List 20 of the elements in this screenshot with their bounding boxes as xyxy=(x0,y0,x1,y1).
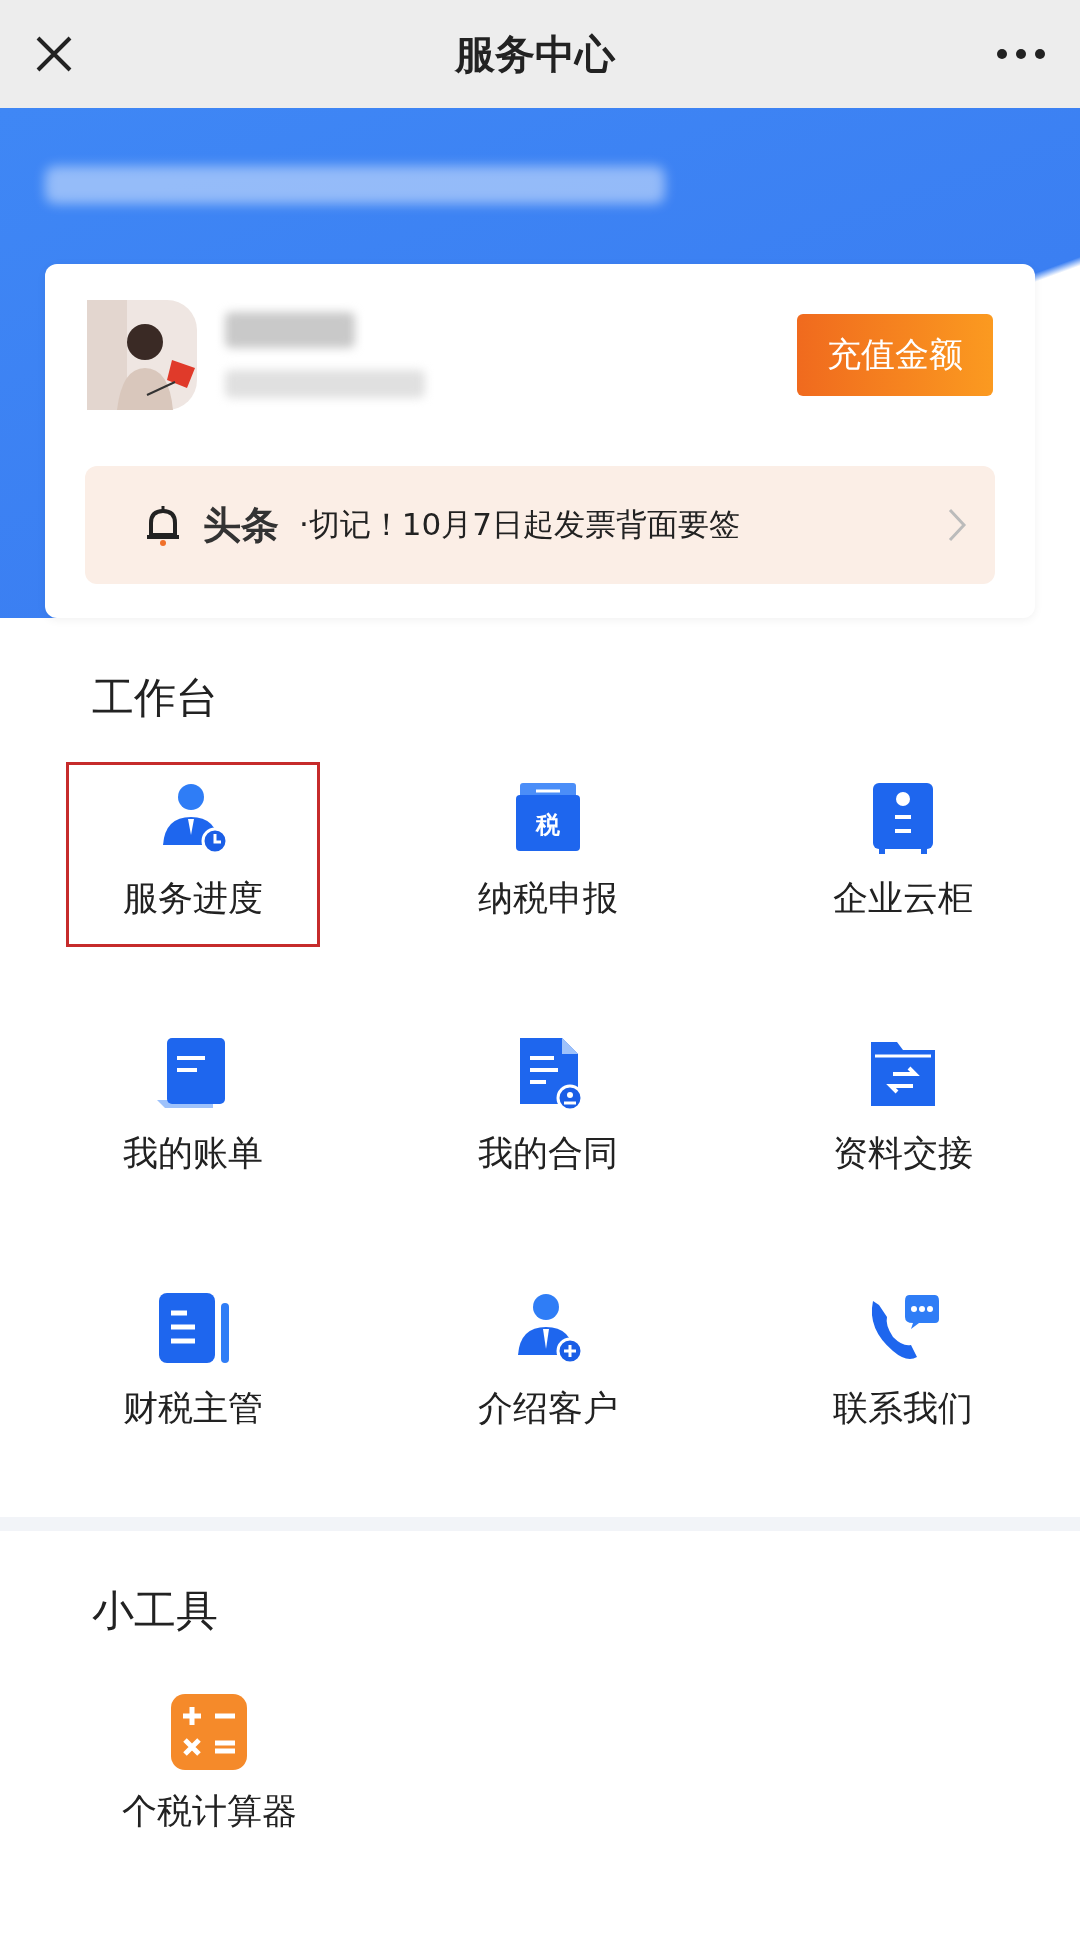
page-title: 服务中心 xyxy=(455,29,615,79)
close-icon[interactable] xyxy=(34,34,74,74)
notice-text: ·切记！10月7日起发票背面要签 xyxy=(299,505,742,544)
tool-item[interactable]: 个税计算器 xyxy=(82,1675,336,1860)
more-icon[interactable] xyxy=(996,48,1046,60)
workbench-item[interactable]: 我的合同 xyxy=(420,1017,675,1202)
workbench-item[interactable]: 税 纳税申报 xyxy=(420,762,675,947)
workbench-item[interactable]: 介绍客户 xyxy=(420,1272,675,1457)
section-title: 小工具 xyxy=(91,1585,219,1637)
workbench-item[interactable]: 财税主管 xyxy=(65,1272,320,1457)
chevron-right-icon xyxy=(947,507,967,543)
workbench-item[interactable]: 资料交接 xyxy=(775,1017,1030,1202)
workbench-item[interactable]: 企业云柜 xyxy=(775,762,1030,947)
section-title: 工作台 xyxy=(91,672,219,724)
calculator-icon xyxy=(169,1692,249,1772)
workbench-item[interactable]: 我的账单 xyxy=(65,1017,320,1202)
notice-source: 头条 xyxy=(203,501,279,549)
workbench-item[interactable]: 服务进度 xyxy=(65,762,320,947)
workbench-item[interactable]: 联系我们 xyxy=(775,1272,1030,1457)
notice-bar[interactable]: 头条 ·切记！10月7日起发票背面要签 xyxy=(85,466,995,584)
